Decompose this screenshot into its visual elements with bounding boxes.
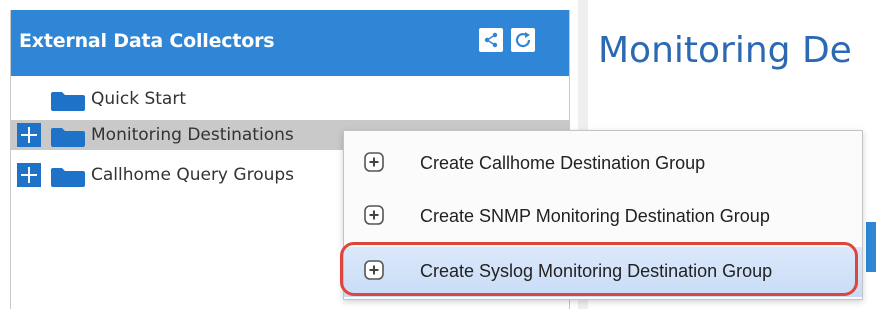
tree-item-label: Monitoring Destinations bbox=[91, 125, 294, 145]
menu-item-create-snmp-monitoring-destination-group[interactable]: Create SNMP Monitoring Destination Group bbox=[344, 192, 862, 242]
plus-circle-icon bbox=[364, 205, 384, 225]
context-menu: Create Callhome Destination Group Create… bbox=[343, 130, 863, 300]
expand-plus-icon[interactable] bbox=[17, 163, 41, 187]
folder-icon bbox=[51, 128, 85, 147]
menu-item-create-syslog-monitoring-destination-group[interactable]: Create Syslog Monitoring Destination Gro… bbox=[344, 247, 862, 297]
page-title: Monitoring De bbox=[598, 30, 852, 71]
share-button[interactable] bbox=[479, 28, 503, 52]
share-icon bbox=[484, 32, 498, 48]
tree-item-label: Callhome Query Groups bbox=[91, 165, 295, 185]
menu-item-create-callhome-destination-group[interactable]: Create Callhome Destination Group bbox=[344, 139, 862, 189]
menu-item-label: Create Syslog Monitoring Destination Gro… bbox=[420, 261, 773, 281]
tree-item-label: Quick Start bbox=[91, 89, 187, 109]
panel-title: External Data Collectors bbox=[19, 30, 275, 52]
folder-icon bbox=[51, 168, 85, 187]
refresh-button[interactable] bbox=[511, 28, 535, 52]
plus-circle-icon bbox=[364, 260, 384, 280]
panel-header: External Data Collectors bbox=[11, 10, 569, 76]
tree-item-quick-start[interactable]: Quick Start bbox=[11, 84, 569, 114]
plus-circle-icon bbox=[364, 152, 384, 172]
refresh-icon bbox=[515, 32, 531, 48]
menu-item-label: Create Callhome Destination Group bbox=[420, 153, 706, 173]
edge-button-fragment bbox=[866, 222, 876, 272]
folder-icon bbox=[51, 92, 85, 111]
menu-item-label: Create SNMP Monitoring Destination Group bbox=[420, 206, 770, 226]
expand-plus-icon[interactable] bbox=[17, 123, 41, 147]
